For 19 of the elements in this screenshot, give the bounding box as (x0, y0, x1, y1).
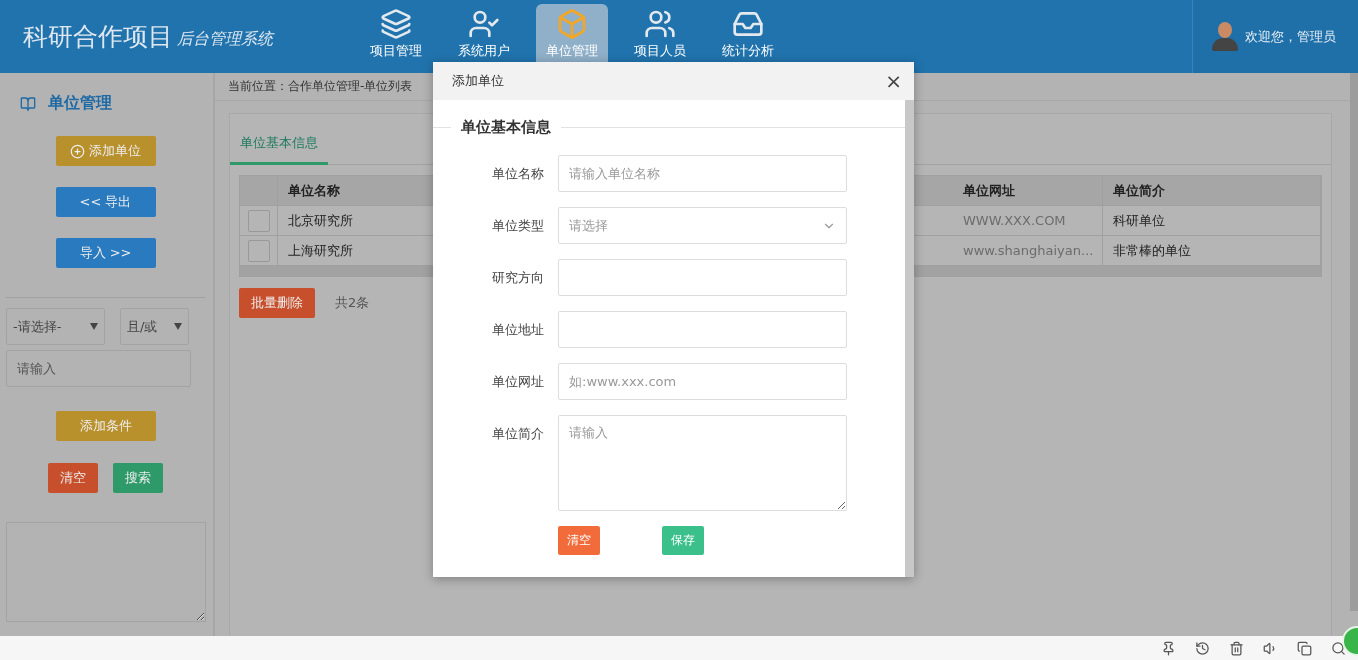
section-legend: 单位基本信息 (461, 118, 551, 137)
dialog-title: 添加单位 (452, 72, 504, 90)
total-count: 共2条 (335, 294, 370, 312)
field-label: 单位名称 (491, 165, 544, 183)
table-cell: 科研单位 (1103, 206, 1321, 235)
field-label: 单位简介 (491, 425, 544, 443)
field-label: 单位类型 (491, 217, 544, 235)
table-cell: 非常棒的单位 (1103, 236, 1321, 265)
field-label: 单位网址 (491, 373, 544, 391)
app-title: 科研合作项目 (23, 21, 173, 53)
table-cell: WWW.XXX.COM (953, 206, 1103, 235)
field-label: 单位地址 (491, 321, 544, 339)
column-header: 单位简介 (1103, 176, 1321, 205)
sidebar-title: 单位管理 (48, 93, 112, 114)
field-label: 研究方向 (491, 269, 544, 287)
column-header: 单位网址 (953, 176, 1103, 205)
welcome-text: 欢迎您，管理员 (1245, 27, 1336, 46)
app-subtitle: 后台管理系统 (177, 29, 273, 50)
table-cell: www.shanghaiyan... (953, 236, 1103, 265)
